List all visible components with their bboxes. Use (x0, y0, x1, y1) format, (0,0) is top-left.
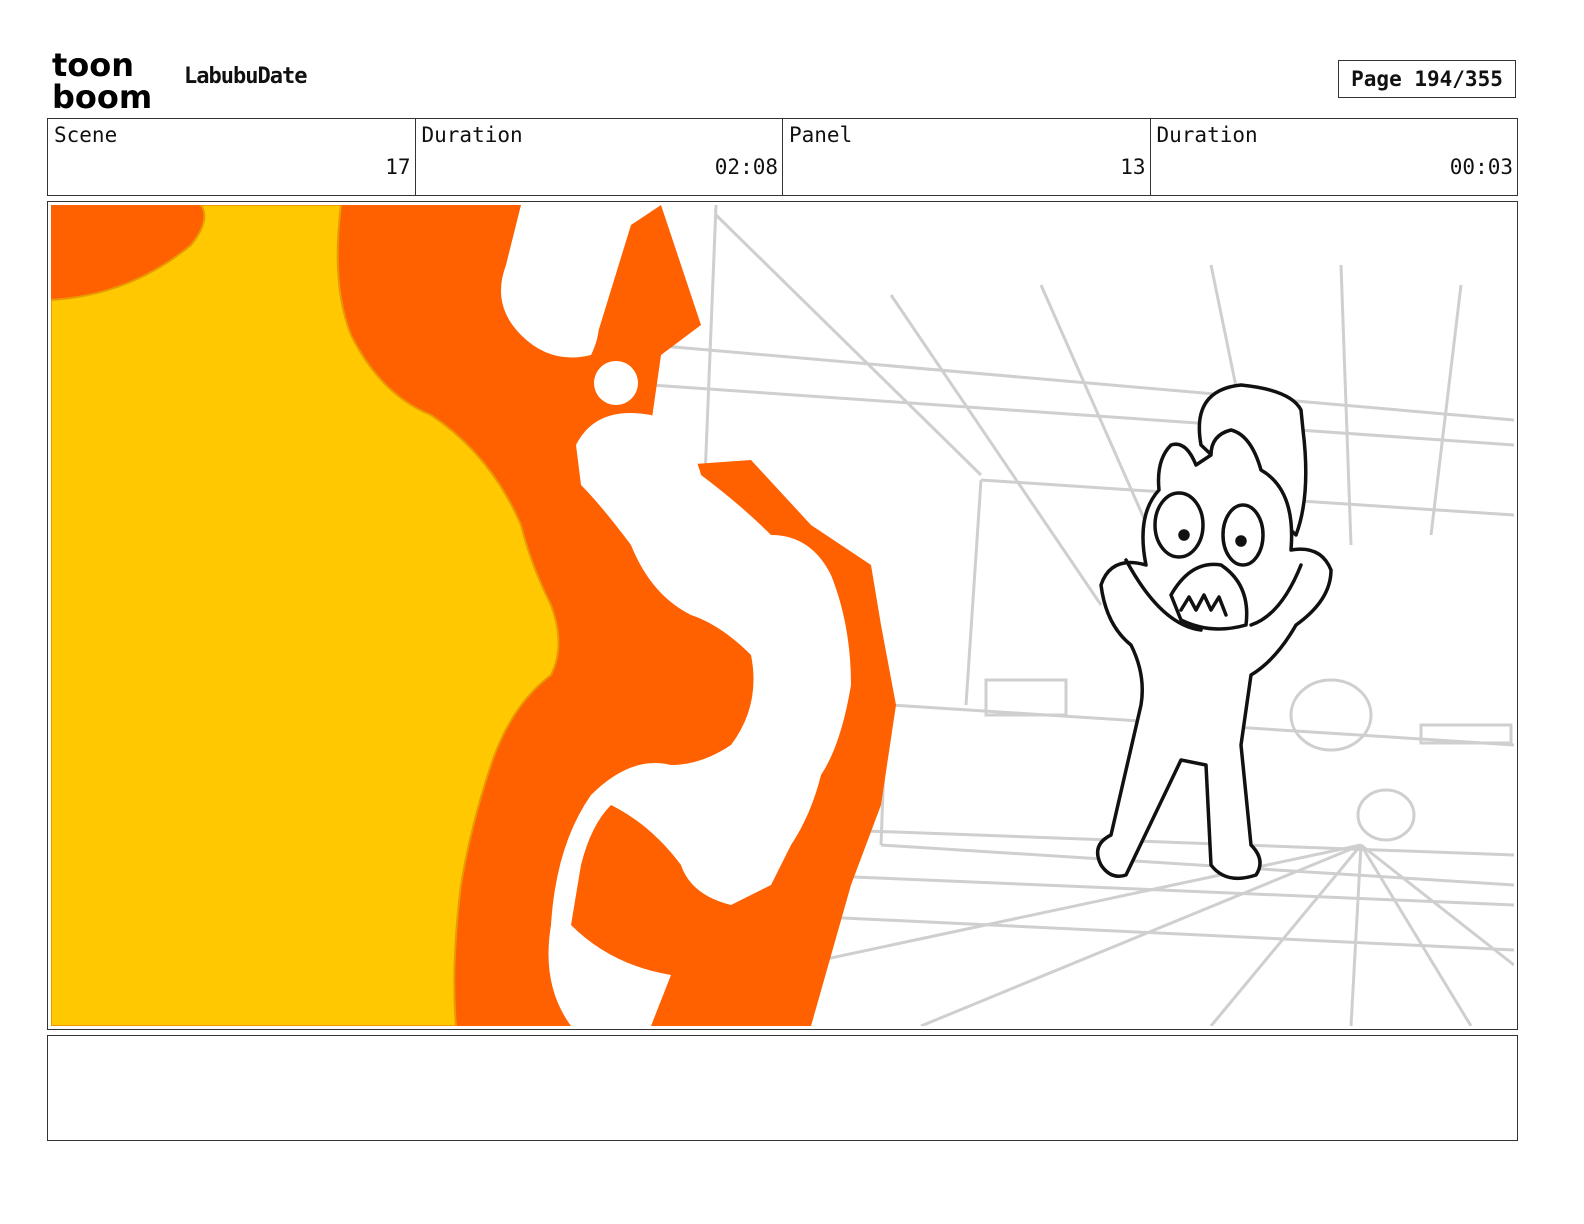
scene-cell: Scene 17 (48, 119, 416, 195)
panel-duration-label: Duration (1156, 123, 1258, 147)
panel-duration-value: 00:03 (1449, 155, 1513, 179)
scene-info-bar: Scene 17 Duration 02:08 Panel 13 Duratio… (47, 118, 1518, 196)
panel-cell: Panel 13 (783, 119, 1151, 195)
scene-duration-label: Duration (421, 123, 523, 147)
labubu-character (1095, 383, 1333, 881)
toon-boom-logo: toon boom (52, 46, 164, 116)
panel-label: Panel (789, 123, 853, 147)
explosion-effect (51, 205, 896, 1026)
toon-boom-logo-icon: toon boom (52, 46, 152, 116)
logo-line-2: boom (52, 78, 152, 112)
panel-notes-box (47, 1035, 1518, 1141)
scene-value: 17 (385, 155, 411, 179)
panel-illustration (51, 205, 1514, 1026)
storyboard-panel-image (51, 205, 1514, 1026)
page-number: Page 194/355 (1338, 60, 1516, 98)
scene-duration-cell: Duration 02:08 (416, 119, 783, 195)
scene-duration-value: 02:08 (714, 155, 778, 179)
scene-label: Scene (54, 123, 118, 147)
project-title: LabubuDate (184, 64, 307, 89)
panel-duration-cell: Duration 00:03 (1151, 119, 1518, 195)
panel-value: 13 (1120, 155, 1146, 179)
